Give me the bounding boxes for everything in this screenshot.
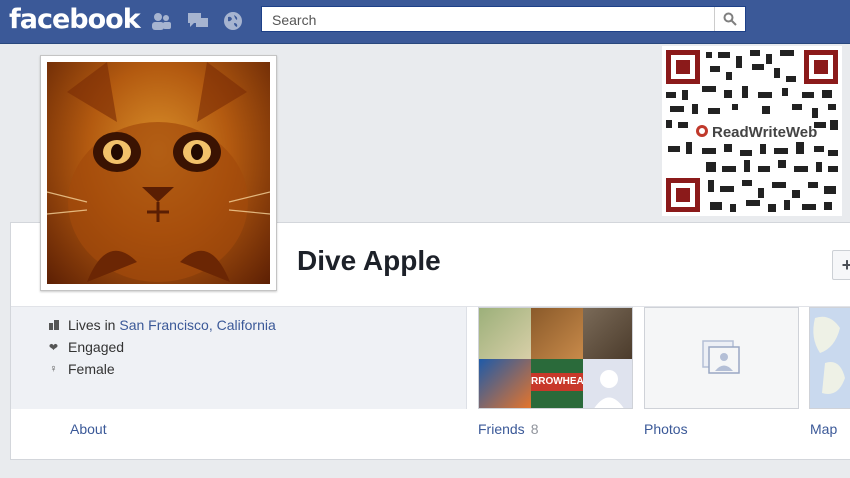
- friend-thumb[interactable]: [583, 308, 632, 359]
- add-friend-button[interactable]: +: [832, 250, 850, 280]
- friend-thumb[interactable]: [531, 308, 583, 359]
- city-icon: [47, 320, 60, 330]
- friends-tile[interactable]: RROWHEA: [478, 307, 633, 409]
- messages-icon[interactable]: [187, 11, 209, 31]
- tab-friends-label: Friends: [478, 421, 525, 437]
- info-lives-in: Lives in San Francisco, California: [47, 317, 276, 333]
- relationship-status: Engaged: [68, 339, 125, 355]
- friend-thumb[interactable]: [479, 359, 531, 408]
- heart-icon: ❤: [48, 341, 59, 354]
- tab-photos[interactable]: Photos: [644, 421, 688, 437]
- search-box: [261, 6, 746, 32]
- cat-photo: [47, 62, 270, 284]
- info-relationship: ❤ Engaged: [47, 339, 124, 355]
- map-tile[interactable]: [809, 307, 850, 409]
- lives-in-prefix: Lives in: [68, 317, 116, 333]
- photos-tile[interactable]: [644, 307, 799, 409]
- search-button[interactable]: [714, 7, 745, 31]
- top-navigation-bar: facebook: [0, 0, 850, 44]
- banner-text: RROWHEA: [531, 373, 583, 391]
- default-avatar[interactable]: [583, 359, 632, 408]
- tab-map[interactable]: Map: [810, 421, 837, 437]
- qr-brand-label: ReadWriteWeb: [712, 124, 817, 141]
- search-input[interactable]: [270, 8, 714, 32]
- notifications-globe-icon[interactable]: [222, 11, 244, 31]
- female-icon: ♀: [49, 363, 58, 375]
- friends-count: 8: [530, 421, 539, 437]
- friend-thumb[interactable]: RROWHEA: [531, 359, 583, 408]
- info-gender: ♀ Female: [47, 361, 115, 377]
- friend-requests-icon[interactable]: [150, 11, 172, 31]
- profile-picture[interactable]: [40, 55, 277, 291]
- location-link[interactable]: San Francisco, California: [119, 317, 275, 333]
- friend-thumb[interactable]: [479, 308, 531, 359]
- photos-icon: [702, 340, 740, 374]
- qr-code-image: ReadWriteWeb: [662, 46, 842, 216]
- facebook-logo[interactable]: facebook: [9, 4, 141, 35]
- magnifier-icon: [723, 12, 737, 26]
- gender-value: Female: [68, 361, 115, 377]
- tab-friends[interactable]: Friends 8: [478, 421, 538, 437]
- profile-name: Dive Apple: [297, 245, 441, 276]
- profile-info-box: Lives in San Francisco, California ❤ Eng…: [11, 307, 467, 409]
- tab-about[interactable]: About: [70, 421, 107, 437]
